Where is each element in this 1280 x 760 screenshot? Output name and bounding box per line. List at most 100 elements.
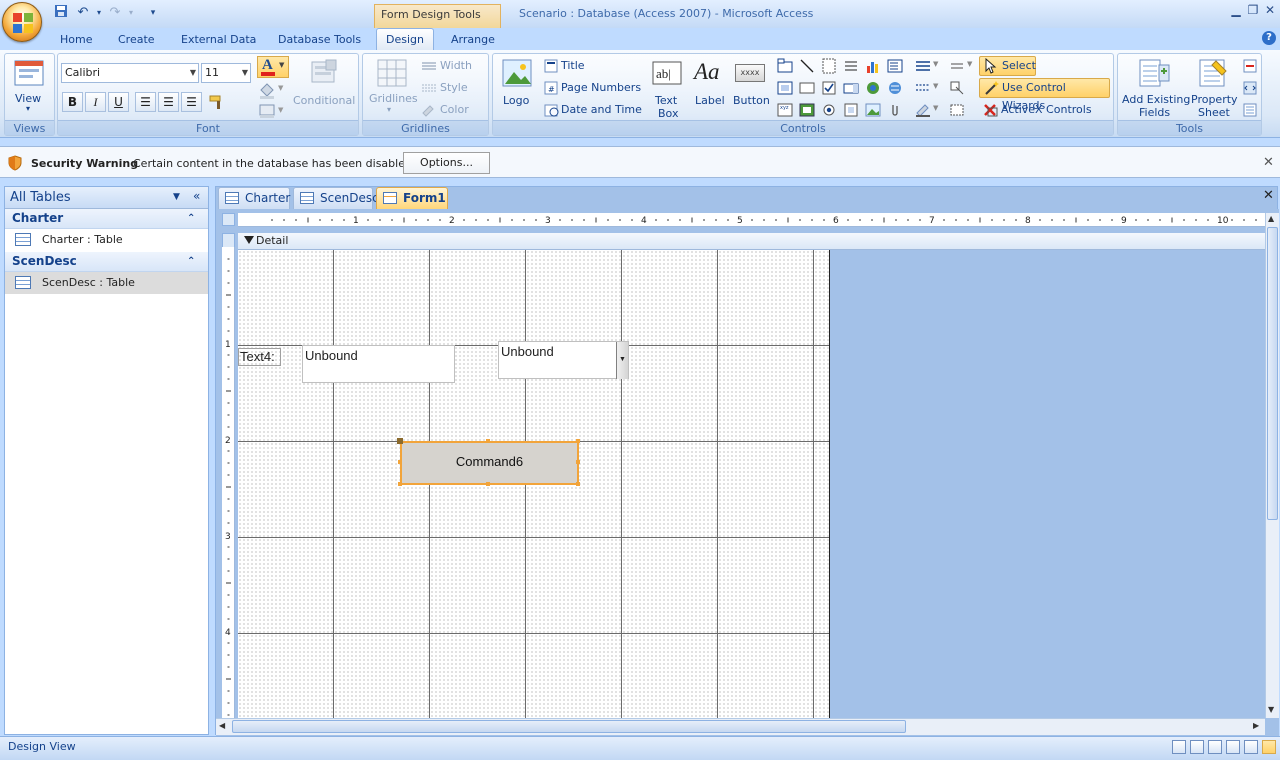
collapse-group-icon[interactable]: ⌃ bbox=[187, 252, 195, 271]
textbox-control-unbound[interactable]: Unbound bbox=[302, 345, 455, 383]
text-box-icon[interactable]: ab| bbox=[652, 59, 682, 87]
help-icon[interactable]: ? bbox=[1262, 31, 1276, 45]
form-view-icon[interactable] bbox=[1172, 740, 1186, 754]
color-button[interactable]: Color bbox=[440, 103, 469, 116]
nav-item-scendesc-table[interactable]: ScenDesc : Table bbox=[5, 272, 208, 294]
pivotchart-view-icon[interactable] bbox=[1226, 740, 1240, 754]
scroll-up-icon[interactable]: ▲ bbox=[1268, 214, 1274, 223]
vertical-scroll-thumb[interactable] bbox=[1267, 227, 1278, 520]
line-icon[interactable] bbox=[799, 58, 815, 74]
collapse-group-icon[interactable]: ⌃ bbox=[187, 209, 195, 228]
datasheet-view-icon[interactable] bbox=[1190, 740, 1204, 754]
combobox-control-unbound[interactable]: Unbound ▼ bbox=[498, 341, 629, 379]
resize-handle-bottom-right[interactable] bbox=[576, 482, 580, 486]
conditional-button-label[interactable]: Conditional bbox=[293, 94, 355, 107]
add-existing-fields-label-line1[interactable]: Add Existing bbox=[1122, 93, 1190, 106]
tab-home[interactable]: Home bbox=[54, 30, 98, 50]
move-handle[interactable] bbox=[397, 438, 403, 444]
activex-controls-button[interactable]: ActiveX Controls bbox=[1001, 103, 1092, 116]
use-control-wizards-button[interactable]: Use Control Wizards bbox=[979, 78, 1110, 112]
underline-button[interactable]: U bbox=[108, 92, 129, 112]
vertical-scrollbar[interactable]: ▲ ▼ bbox=[1265, 213, 1279, 718]
pivottable-view-icon[interactable] bbox=[1208, 740, 1222, 754]
text-box-label-line2[interactable]: Box bbox=[658, 107, 678, 120]
font-size-combo[interactable]: 11 ▼ bbox=[201, 63, 251, 83]
view-code-icon[interactable] bbox=[1242, 102, 1258, 118]
hyperlink-icon[interactable] bbox=[887, 80, 903, 96]
rectangle-icon[interactable] bbox=[799, 80, 815, 96]
security-options-button[interactable]: Options... bbox=[403, 152, 490, 174]
align-left-button[interactable]: ☰ bbox=[135, 92, 156, 112]
italic-button[interactable]: I bbox=[85, 92, 106, 112]
nav-item-charter-table[interactable]: Charter : Table bbox=[5, 229, 208, 251]
property-sheet-label-line2[interactable]: Sheet bbox=[1198, 106, 1230, 119]
customize-qat-icon[interactable]: ▾ bbox=[144, 4, 162, 22]
list-box-icon[interactable] bbox=[887, 58, 903, 74]
code-icon[interactable] bbox=[1242, 80, 1258, 96]
insert-page-icon[interactable] bbox=[843, 58, 859, 74]
tab-control-icon[interactable] bbox=[777, 58, 793, 74]
line-color-icon[interactable] bbox=[915, 102, 931, 118]
button-control-label[interactable]: Button bbox=[733, 94, 770, 107]
form-selector[interactable] bbox=[222, 213, 235, 226]
property-sheet-icon[interactable] bbox=[1196, 57, 1230, 89]
add-existing-fields-label-line2[interactable]: Fields bbox=[1139, 106, 1170, 119]
font-name-combo[interactable]: Calibri ▼ bbox=[61, 63, 199, 83]
combobox-dropdown-button[interactable]: ▼ bbox=[616, 342, 628, 379]
line-type-icon[interactable] bbox=[915, 80, 931, 96]
view-dropdown-icon[interactable]: ▾ bbox=[26, 104, 30, 113]
line-color-button[interactable]: ▼ bbox=[257, 102, 289, 120]
view-icon[interactable] bbox=[12, 59, 46, 89]
doc-tab-scendesc[interactable]: ScenDesc bbox=[293, 187, 379, 209]
page-numbers-button[interactable]: Page Numbers bbox=[561, 81, 641, 94]
nav-pane-header[interactable]: All Tables ▼ « bbox=[5, 187, 208, 209]
resize-handle-right[interactable] bbox=[576, 460, 580, 464]
label-control-text4[interactable]: Text4: bbox=[238, 348, 281, 366]
select-button[interactable]: Select bbox=[979, 56, 1036, 76]
scroll-down-icon[interactable]: ▼ bbox=[1268, 705, 1274, 714]
title-button[interactable]: Title bbox=[561, 59, 585, 72]
unbound-object-icon[interactable] bbox=[843, 102, 859, 118]
button-control-icon[interactable]: xxxx bbox=[735, 64, 765, 82]
command-button-command6[interactable]: Command6 bbox=[400, 441, 579, 485]
redo-dropdown-icon[interactable]: ▾ bbox=[122, 4, 140, 22]
design-view-icon[interactable] bbox=[1262, 740, 1276, 754]
chart-icon[interactable] bbox=[865, 58, 881, 74]
layout-view-icon[interactable] bbox=[1244, 740, 1258, 754]
attachment-icon[interactable] bbox=[887, 102, 903, 118]
bold-button[interactable]: B bbox=[62, 92, 83, 112]
text-box-label-line1[interactable]: Text bbox=[655, 94, 677, 107]
align-right-button[interactable]: ☰ bbox=[181, 92, 202, 112]
form-detail-section[interactable]: Text4: Unbound Unbound ▼ Command6 bbox=[238, 250, 830, 718]
gridlines-icon[interactable] bbox=[375, 58, 409, 88]
insert-activex-small-icon[interactable] bbox=[949, 102, 965, 118]
resize-handle-top[interactable] bbox=[486, 439, 490, 443]
close-icon[interactable]: ✕ bbox=[1260, 2, 1280, 18]
tab-design[interactable]: Design bbox=[376, 28, 434, 51]
resize-handle-bottom[interactable] bbox=[486, 482, 490, 486]
subform-icon[interactable] bbox=[777, 80, 793, 96]
doc-tab-form1[interactable]: Form1 bbox=[376, 187, 448, 209]
label-control-label[interactable]: Label bbox=[695, 94, 725, 107]
width-button[interactable]: Width bbox=[440, 59, 472, 72]
logo-icon[interactable] bbox=[501, 58, 533, 90]
resize-handle-left[interactable] bbox=[398, 460, 402, 464]
horizontal-scrollbar[interactable]: ◀ ▶ bbox=[216, 718, 1265, 735]
tab-arrange[interactable]: Arrange bbox=[445, 30, 501, 50]
font-color-button[interactable]: A ▼ bbox=[257, 56, 289, 78]
align-center-button[interactable]: ☰ bbox=[158, 92, 179, 112]
date-time-button[interactable]: Date and Time bbox=[561, 103, 642, 116]
page-break-icon[interactable] bbox=[821, 58, 837, 74]
special-effect-icon[interactable] bbox=[949, 58, 965, 74]
option-group-icon[interactable]: xyz bbox=[777, 102, 793, 118]
doc-tab-charter[interactable]: Charter bbox=[218, 187, 290, 209]
label-control-icon[interactable]: Aa bbox=[694, 59, 724, 87]
scroll-right-icon[interactable]: ▶ bbox=[1253, 721, 1259, 730]
fill-color-button[interactable]: ▼ bbox=[257, 80, 289, 100]
option-button-icon[interactable] bbox=[821, 102, 837, 118]
nav-group-scendesc[interactable]: ScenDesc ⌃ bbox=[5, 252, 208, 272]
close-icon[interactable]: ✕ bbox=[1263, 188, 1274, 203]
combo-box-icon[interactable] bbox=[843, 80, 859, 96]
set-control-defaults-icon[interactable] bbox=[949, 80, 965, 96]
conditional-format-icon[interactable] bbox=[306, 58, 340, 88]
